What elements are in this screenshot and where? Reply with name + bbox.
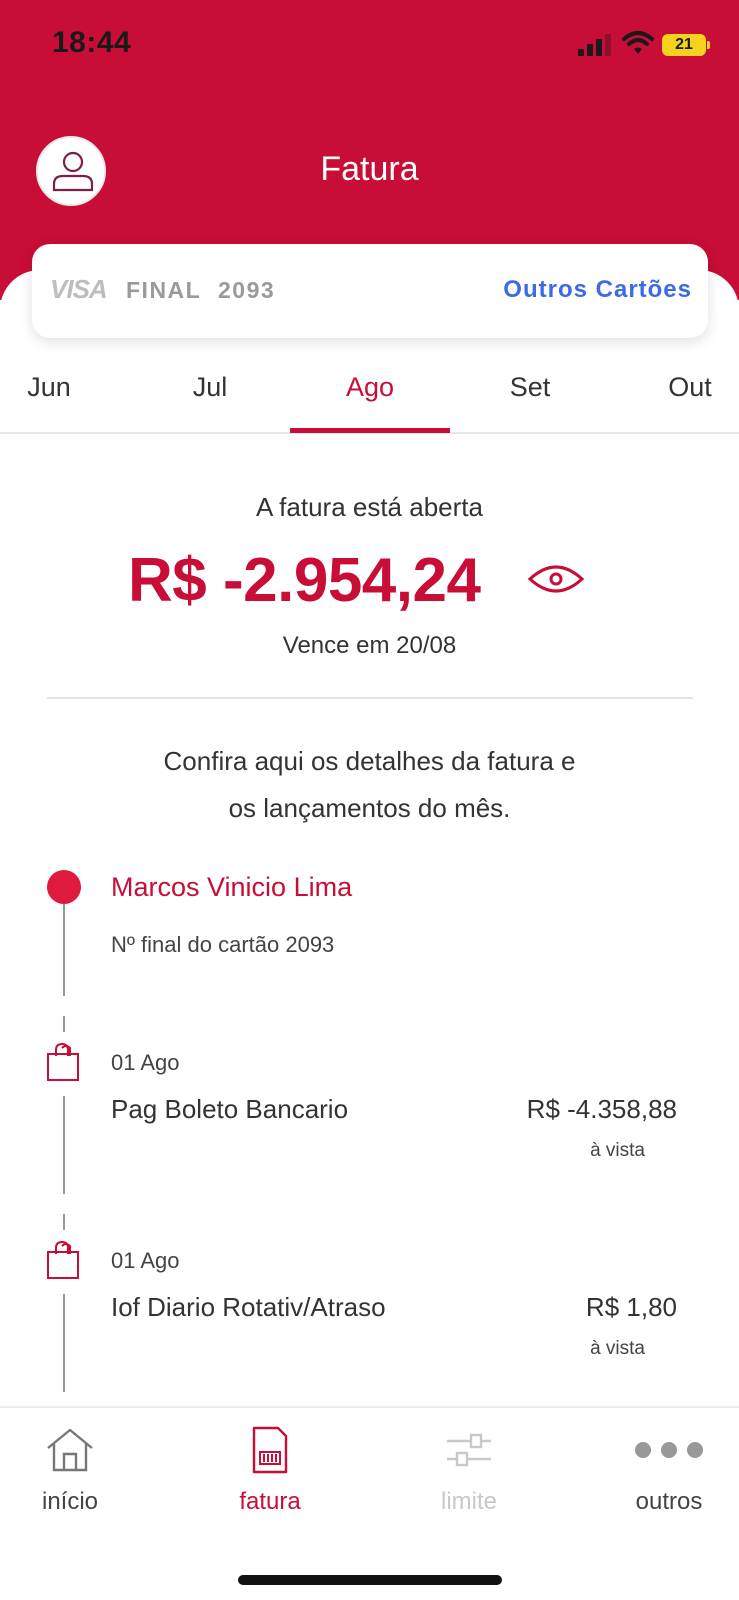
battery-icon: 21 <box>662 34 706 56</box>
other-cards-button[interactable]: Outros Cartões <box>503 276 692 304</box>
nav-label-fatura: fatura <box>239 1488 301 1515</box>
timeline-line <box>63 1294 65 1392</box>
timeline-line <box>63 904 65 996</box>
transaction-amount: R$ 1,80 <box>585 1292 677 1322</box>
month-tabs: Jun Jul Ago Set Out <box>0 360 739 434</box>
nav-inicio[interactable]: início <box>0 1424 140 1516</box>
divider <box>47 697 693 699</box>
card-final-label: FINAL <box>126 277 202 303</box>
transaction-description[interactable]: Pag Boleto Bancario <box>111 1094 348 1125</box>
card-holder-info: Nº final do cartão 2093 <box>111 932 335 957</box>
timeline-line <box>63 1096 65 1194</box>
nav-label-inicio: início <box>41 1488 99 1515</box>
tab-ago[interactable]: Ago <box>290 372 450 403</box>
eye-icon[interactable] <box>527 561 585 597</box>
home-icon <box>47 1428 93 1472</box>
invoice-amount-row: R$ -2.954,24 <box>0 545 739 615</box>
bottom-nav: início fatura limite outros <box>0 1406 739 1600</box>
battery-tip <box>707 41 710 49</box>
info-line-1: Confira aqui os detalhes da fatura e <box>163 746 576 776</box>
nav-outros[interactable]: outros <box>599 1424 739 1516</box>
invoice-icon <box>252 1426 288 1474</box>
invoice-status: A fatura está aberta <box>256 492 483 522</box>
timeline-line <box>63 1214 65 1230</box>
selected-tab-indicator <box>290 428 450 433</box>
transaction-description[interactable]: Iof Diario Rotativ/Atraso <box>111 1292 386 1323</box>
wifi-icon <box>622 31 654 54</box>
home-indicator <box>238 1575 502 1585</box>
card-selector: VISA FINAL 2093 Outros Cartões <box>32 244 708 338</box>
tab-out[interactable]: Out <box>610 372 739 403</box>
status-bar: 18:44 21 <box>0 0 739 90</box>
sliders-icon <box>447 1433 491 1467</box>
invoice-amount: R$ -2.954,24 <box>128 546 481 615</box>
more-icon <box>635 1442 703 1458</box>
transaction-date: 01 Ago <box>111 1248 180 1273</box>
visa-logo: VISA <box>50 274 108 304</box>
info-text: Confira aqui os detalhes da fatura e os … <box>0 738 739 832</box>
nav-limite[interactable]: limite <box>399 1424 539 1516</box>
due-date: Vence em 20/08 <box>282 632 457 659</box>
transaction-date: 01 Ago <box>111 1050 180 1075</box>
signal-icon <box>578 34 611 56</box>
info-line-2: os lançamentos do mês. <box>228 793 511 823</box>
nav-label-limite: limite <box>440 1488 497 1515</box>
transaction-amount: R$ -4.358,88 <box>526 1094 677 1124</box>
card-holder-name: Marcos Vinicio Lima <box>111 872 353 902</box>
shopping-bag-icon <box>47 1042 79 1081</box>
tab-jun[interactable]: Jun <box>0 372 129 403</box>
timeline-dot <box>47 870 81 904</box>
nav-fatura[interactable]: fatura <box>200 1424 340 1516</box>
timeline-line <box>63 1016 65 1032</box>
transaction-type: à vista <box>590 1140 645 1161</box>
shopping-bag-icon <box>47 1240 79 1279</box>
nav-label-outros: outros <box>635 1488 703 1515</box>
card-number: 2093 <box>218 277 276 303</box>
tab-jul[interactable]: Jul <box>130 372 290 403</box>
status-time: 18:44 <box>52 26 132 59</box>
page-title: Fatura <box>320 150 419 188</box>
tab-set[interactable]: Set <box>450 372 610 403</box>
transaction-type: à vista <box>590 1338 645 1359</box>
